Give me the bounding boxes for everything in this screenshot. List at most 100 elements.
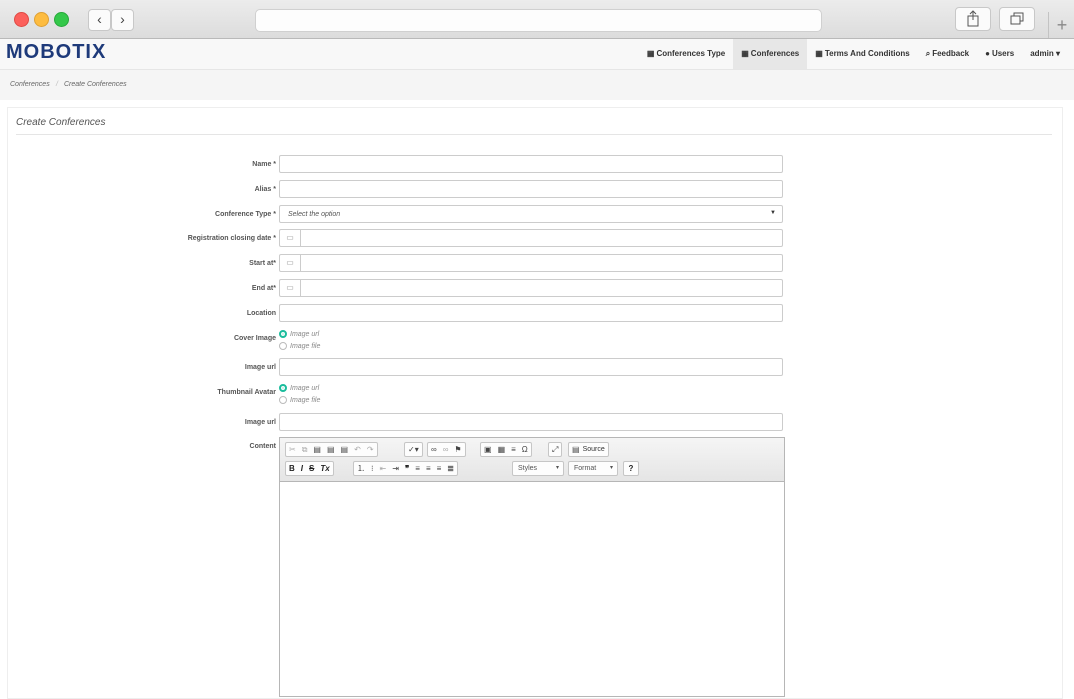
spellcheck-icon[interactable]: ✓▾ xyxy=(405,443,422,456)
nav-feedback[interactable]: ⌕ Feedback xyxy=(918,39,977,69)
minimize-window-button[interactable] xyxy=(34,12,49,27)
name-input[interactable] xyxy=(279,155,783,173)
special-char-icon[interactable]: Ω xyxy=(519,443,531,456)
nav-admin-dropdown[interactable]: admin ▾ xyxy=(1022,39,1068,69)
location-label: Location xyxy=(246,310,276,317)
conference-type-select[interactable]: Select the option ▼ xyxy=(279,205,783,223)
link-group: ∞ ∞ ⚑ xyxy=(427,442,466,457)
nav-conferences[interactable]: ▦ Conferences xyxy=(733,39,808,69)
calendar-icon: ▦ xyxy=(646,49,655,58)
justify-icon[interactable]: ≣ xyxy=(444,462,457,475)
paste-text-icon[interactable]: ▤ xyxy=(324,443,338,456)
thumbnail-url-option[interactable]: Image url xyxy=(279,384,319,392)
link-icon[interactable]: ∞ xyxy=(428,443,440,456)
cover-image-file-option[interactable]: Image file xyxy=(279,342,320,350)
caret-down-icon: ▼ xyxy=(770,210,776,216)
name-label: Name * xyxy=(252,161,276,168)
table-icon[interactable]: ▦ xyxy=(495,443,509,456)
editor-toolbar: ✂ ⧉ ▤ ▤ ▤ ↶ ↷ ✓▾ ∞ ∞ ⚑ ▣ ▦ ≡ Ω ⤢ ▤ Sourc… xyxy=(280,438,784,482)
align-left-icon[interactable]: ≡ xyxy=(412,462,423,475)
browser-toolbar: ‹ › + xyxy=(0,0,1074,39)
remove-format-icon[interactable]: Tx xyxy=(317,462,332,475)
styles-dropdown[interactable]: Styles ▾ xyxy=(512,461,564,476)
image-icon[interactable]: ▣ xyxy=(481,443,495,456)
breadcrumb-current: Create Conferences xyxy=(64,81,127,88)
share-button[interactable] xyxy=(955,7,991,31)
zoom-window-button[interactable] xyxy=(54,12,69,27)
title-divider xyxy=(16,134,1052,135)
start-at-input[interactable]: ▭ xyxy=(279,254,783,272)
tabs-button[interactable] xyxy=(999,7,1035,31)
source-button[interactable]: ▤ Source xyxy=(568,442,609,457)
calendar-icon[interactable]: ▭ xyxy=(280,255,301,271)
strike-icon[interactable]: S xyxy=(306,462,317,475)
radio-selected[interactable] xyxy=(279,384,287,392)
bulleted-list-icon[interactable]: ⁝ xyxy=(368,462,377,475)
cover-image-url-input[interactable] xyxy=(279,358,783,376)
new-tab-button[interactable]: + xyxy=(1048,12,1074,38)
insert-group: ▣ ▦ ≡ Ω xyxy=(480,442,532,457)
forward-button[interactable]: › xyxy=(111,9,134,31)
anchor-flag-icon[interactable]: ⚑ xyxy=(451,443,464,456)
undo-icon[interactable]: ↶ xyxy=(351,443,364,456)
paste-icon[interactable]: ▤ xyxy=(310,443,324,456)
radio-unselected[interactable] xyxy=(279,396,287,404)
location-input[interactable] xyxy=(279,304,783,322)
help-button[interactable]: ? xyxy=(623,461,639,476)
breadcrumb-separator: / xyxy=(56,81,58,88)
nav-users[interactable]: ● Users xyxy=(977,39,1022,69)
spellcheck-group: ✓▾ xyxy=(404,442,423,457)
app-navbar: MOBOTIX ▦ Conferences Type ▦ Conferences ▦… xyxy=(0,39,1074,70)
numbered-list-icon[interactable]: ⒈ xyxy=(354,462,368,475)
registration-closing-input[interactable]: ▭ xyxy=(279,229,783,247)
align-right-icon[interactable]: ≡ xyxy=(434,462,445,475)
close-window-button[interactable] xyxy=(14,12,29,27)
page-title: Create Conferences xyxy=(16,117,106,128)
nav-conferences-type[interactable]: ▦ Conferences Type xyxy=(639,39,733,69)
caret-down-icon: ▾ xyxy=(555,465,559,471)
end-at-input[interactable]: ▭ xyxy=(279,279,783,297)
brand-logo[interactable]: MOBOTIX xyxy=(6,41,106,64)
radio-selected[interactable] xyxy=(279,330,287,338)
calendar-icon[interactable]: ▭ xyxy=(280,280,301,296)
plus-icon: + xyxy=(1056,15,1068,35)
indent-icon[interactable]: ⇥ xyxy=(389,462,402,475)
cover-image-url-option[interactable]: Image url xyxy=(279,330,319,338)
redo-icon[interactable]: ↷ xyxy=(364,443,377,456)
address-bar[interactable] xyxy=(255,9,822,32)
align-center-icon[interactable]: ≡ xyxy=(423,462,434,475)
thumbnail-url-input[interactable] xyxy=(279,413,783,431)
comments-icon: ⌕ xyxy=(925,49,931,58)
content-label: Content xyxy=(249,443,276,450)
share-icon xyxy=(967,10,979,27)
registration-closing-label: Registration closing date * xyxy=(187,235,276,242)
thumbnail-url-label: Image url xyxy=(244,419,276,426)
cover-image-url-label: Image url xyxy=(244,364,276,371)
format-dropdown[interactable]: Format ▾ xyxy=(568,461,618,476)
back-button[interactable]: ‹ xyxy=(88,9,111,31)
breadcrumb-conferences[interactable]: Conferences xyxy=(10,81,50,88)
bold-icon[interactable]: B xyxy=(286,462,298,475)
calendar-icon: ▦ xyxy=(741,49,749,58)
nav-terms-and-conditions[interactable]: ▦ Terms And Conditions xyxy=(807,39,917,69)
outdent-icon[interactable]: ⇤ xyxy=(377,462,390,475)
blockquote-icon[interactable]: ❞ xyxy=(402,462,412,475)
calendar-icon[interactable]: ▭ xyxy=(280,230,301,246)
caret-down-icon: ▾ xyxy=(609,465,613,471)
copy-icon[interactable]: ⧉ xyxy=(299,443,311,456)
horizontal-line-icon[interactable]: ≡ xyxy=(508,443,519,456)
unlink-icon[interactable]: ∞ xyxy=(440,443,452,456)
radio-unselected[interactable] xyxy=(279,342,287,350)
chevron-left-icon: ‹ xyxy=(97,11,102,27)
italic-icon[interactable]: I xyxy=(298,462,306,475)
alias-input[interactable] xyxy=(279,180,783,198)
editor-content-area[interactable] xyxy=(280,482,784,696)
start-at-label: Start at* xyxy=(249,260,276,267)
thumbnail-file-option[interactable]: Image file xyxy=(279,396,320,404)
maximize-group: ⤢ xyxy=(548,442,563,457)
cut-icon[interactable]: ✂ xyxy=(286,443,299,456)
basic-styles-group: B I S Tx xyxy=(285,461,334,476)
maximize-icon[interactable]: ⤢ xyxy=(549,443,561,456)
paste-word-icon[interactable]: ▤ xyxy=(338,443,352,456)
clipboard-group: ✂ ⧉ ▤ ▤ ▤ ↶ ↷ xyxy=(285,442,378,457)
